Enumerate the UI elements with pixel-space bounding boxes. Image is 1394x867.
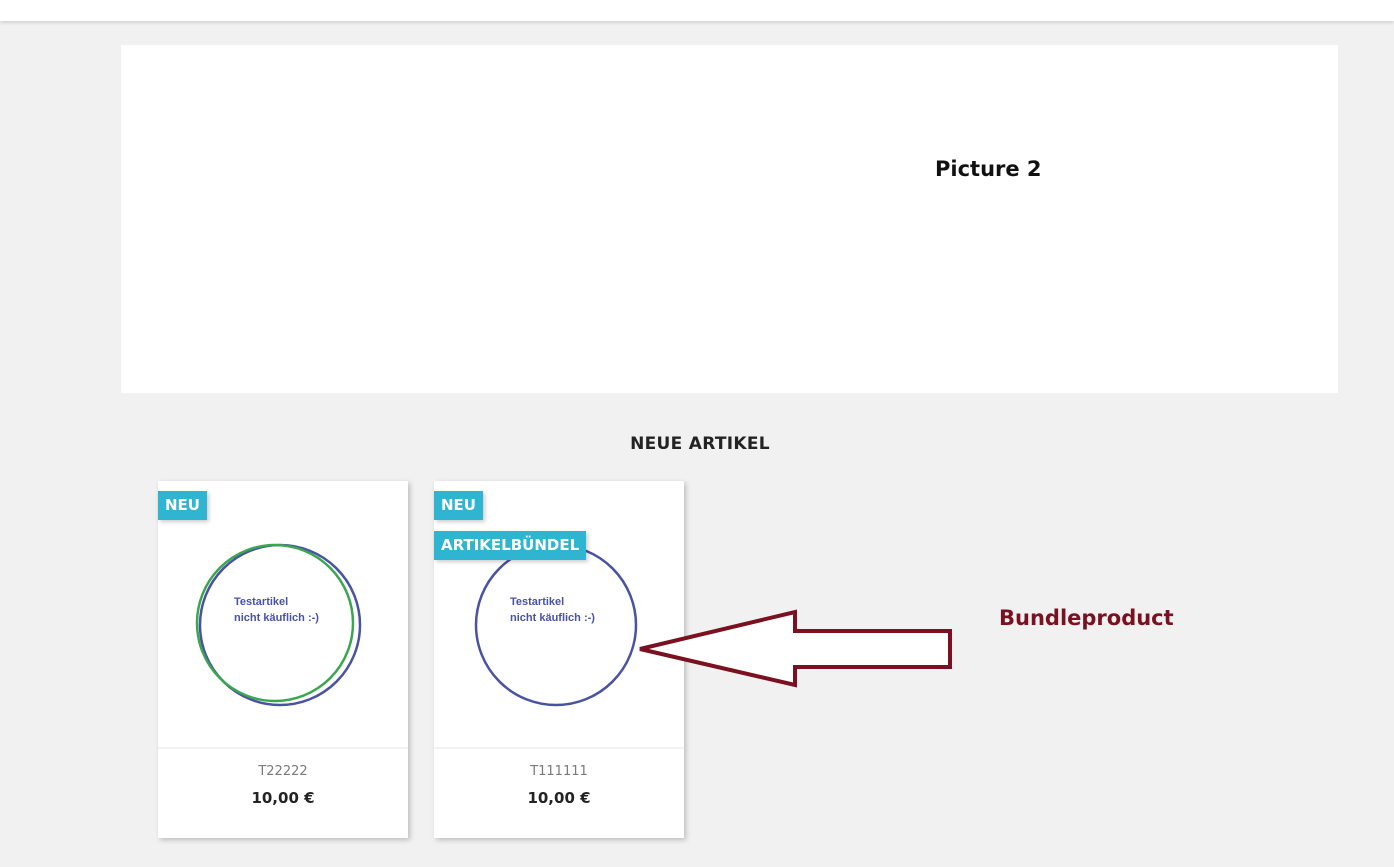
product-price: 10,00 € — [527, 789, 591, 807]
card-divider — [434, 747, 684, 749]
section-title: NEUE ARTIKEL — [630, 434, 770, 454]
flag-pack: ARTIKELBÜNDEL — [434, 531, 587, 560]
product-reference[interactable]: T22222 — [158, 764, 408, 779]
product-thumbnail[interactable]: Testartikel nicht käuflich :-) — [158, 481, 408, 747]
annotation-label: Bundleproduct — [999, 606, 1174, 630]
product-card[interactable]: Testartikel nicht käuflich :-) NEU T2222… — [158, 481, 408, 838]
image-text-line1: Testartikel — [234, 596, 288, 608]
page: Picture 2 NEUE ARTIKEL Testartikel nicht… — [0, 0, 1394, 867]
product-reference[interactable]: T111111 — [434, 764, 684, 779]
product-price: 10,00 € — [251, 789, 315, 807]
flag-new: NEU — [158, 491, 207, 520]
flag-new: NEU — [434, 491, 483, 520]
image-text-line2: nicht käuflich :-) — [510, 612, 595, 624]
annotation-arrow-icon — [639, 609, 952, 688]
image-text-line2: nicht käuflich :-) — [234, 612, 319, 624]
banner-image[interactable] — [121, 45, 1338, 393]
top-header-bar — [0, 0, 1394, 21]
product-image-graphic: Testartikel nicht käuflich :-) — [195, 543, 362, 707]
card-divider — [158, 747, 408, 749]
banner-label: Picture 2 — [935, 157, 1042, 181]
image-text-line1: Testartikel — [510, 596, 564, 608]
